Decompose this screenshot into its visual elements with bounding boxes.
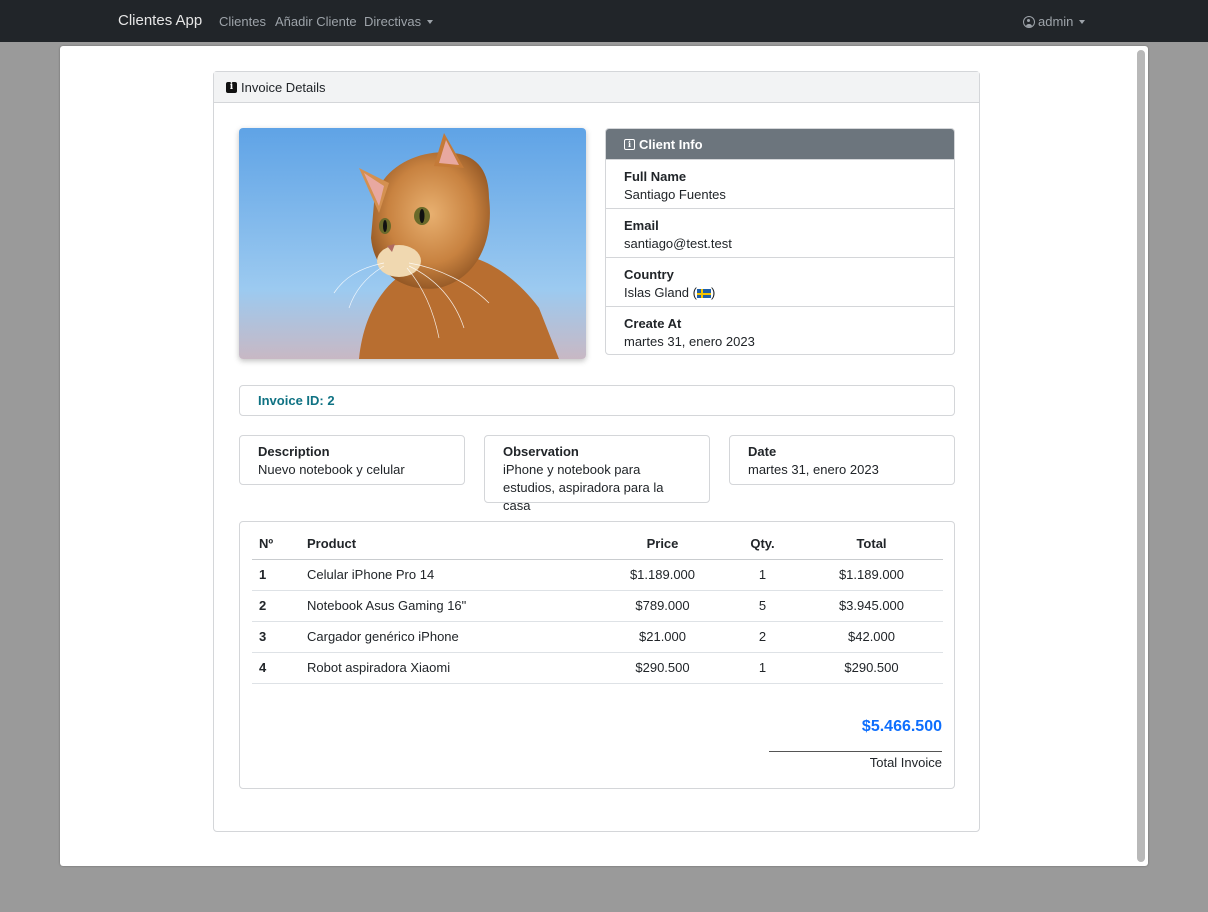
country-close: )	[710, 285, 716, 300]
observation-box: Observation iPhone y notebook para estud…	[484, 435, 710, 513]
scrollbar[interactable]	[1137, 50, 1145, 862]
brand-link[interactable]: Clientes App	[118, 12, 202, 29]
nav-add-client[interactable]: Añadir Cliente	[275, 14, 357, 29]
user-circle-icon	[1023, 16, 1035, 28]
row-product: Robot aspiradora Xiaomi	[300, 652, 600, 684]
email-item: Email santiago@test.test	[606, 208, 954, 257]
card-header: i Invoice Details	[214, 72, 979, 103]
navbar: Clientes App Clientes Añadir Cliente Dir…	[0, 0, 1208, 42]
col-qty: Qty.	[725, 528, 800, 560]
country-name: Islas Gland (	[624, 285, 697, 300]
cat-photo-image	[239, 128, 586, 359]
created-item: Create At martes 31, enero 2023	[606, 306, 954, 354]
invoice-total-label: Total Invoice	[869, 755, 942, 770]
email-label: Email	[624, 218, 659, 233]
table-row: 4 Robot aspiradora Xiaomi $290.500 1 $29…	[252, 652, 943, 684]
nav-directivas-dropdown[interactable]: Directivas	[364, 14, 434, 29]
info-icon: i	[624, 138, 635, 150]
country-item: Country Islas Gland ()	[606, 257, 954, 306]
row-qty: 5	[725, 590, 800, 622]
row-qty: 1	[725, 652, 800, 684]
row-price: $290.500	[600, 652, 725, 684]
row-price: $21.000	[600, 621, 725, 653]
user-name: admin	[1038, 14, 1074, 29]
created-label: Create At	[624, 316, 682, 331]
items-table: Nº Product Price Qty. Total 1 Celular iP…	[252, 528, 943, 684]
user-menu-dropdown[interactable]: admin	[1023, 14, 1086, 29]
row-product: Cargador genérico iPhone	[300, 621, 600, 653]
date-label: Date	[748, 444, 777, 459]
country-value: Islas Gland ()	[624, 284, 936, 302]
created-value: martes 31, enero 2023	[624, 334, 755, 349]
col-price: Price	[600, 528, 725, 560]
row-number: 2	[252, 590, 300, 622]
observation-value: iPhone y notebook para estudios, aspirad…	[503, 462, 664, 513]
aland-flag-icon	[696, 289, 711, 298]
invoice-total-amount: $5.466.500	[861, 718, 942, 735]
full-name-label: Full Name	[624, 169, 687, 184]
row-qty: 1	[725, 559, 800, 591]
col-total: Total	[800, 528, 943, 560]
date-box: Date martes 31, enero 2023	[729, 435, 955, 485]
row-total: $3.945.000	[800, 590, 943, 622]
table-row: 3 Cargador genérico iPhone $21.000 2 $42…	[252, 621, 943, 653]
client-photo	[239, 128, 586, 359]
chevron-down-icon	[1079, 20, 1086, 24]
col-product: Product	[300, 528, 600, 560]
row-total: $290.500	[800, 652, 943, 684]
full-name-item: Full Name Santiago Fuentes	[606, 159, 954, 208]
card-title: Invoice Details	[241, 79, 326, 95]
client-info-header: i Client Info	[606, 129, 954, 159]
description-label: Description	[258, 444, 330, 459]
country-label: Country	[624, 267, 674, 282]
full-name-value: Santiago Fuentes	[624, 187, 726, 202]
items-table-card: Nº Product Price Qty. Total 1 Celular iP…	[239, 521, 955, 789]
client-info-panel: i Client Info Full Name Santiago Fuentes…	[605, 128, 955, 355]
invoice-card: i Invoice Details i Client Info Full Nam…	[213, 71, 980, 832]
row-price: $789.000	[600, 590, 725, 622]
row-number: 3	[252, 621, 300, 653]
row-number: 4	[252, 652, 300, 684]
nav-clientes[interactable]: Clientes	[219, 14, 266, 29]
row-qty: 2	[725, 621, 800, 653]
row-total: $42.000	[800, 621, 943, 653]
client-info-title: Client Info	[639, 136, 703, 152]
table-row: 1 Celular iPhone Pro 14 $1.189.000 1 $1.…	[252, 559, 943, 591]
table-row: 2 Notebook Asus Gaming 16" $789.000 5 $3…	[252, 590, 943, 622]
row-product: Celular iPhone Pro 14	[300, 559, 600, 591]
total-divider	[769, 751, 942, 752]
row-total: $1.189.000	[800, 559, 943, 591]
info-icon: i	[226, 81, 237, 93]
description-value: Nuevo notebook y celular	[258, 462, 405, 477]
table-header-row: Nº Product Price Qty. Total	[252, 528, 943, 560]
invoice-modal: i Invoice Details i Client Info Full Nam…	[60, 46, 1148, 866]
row-product: Notebook Asus Gaming 16"	[300, 590, 600, 622]
nav-directivas-label: Directivas	[364, 14, 422, 29]
col-number: Nº	[252, 528, 300, 560]
invoice-id: Invoice ID: 2	[239, 385, 955, 416]
chevron-down-icon	[427, 20, 434, 24]
description-box: Description Nuevo notebook y celular	[239, 435, 465, 485]
row-number: 1	[252, 559, 300, 591]
observation-label: Observation	[503, 444, 579, 459]
date-value: martes 31, enero 2023	[748, 462, 879, 477]
row-price: $1.189.000	[600, 559, 725, 591]
email-value: santiago@test.test	[624, 236, 732, 251]
